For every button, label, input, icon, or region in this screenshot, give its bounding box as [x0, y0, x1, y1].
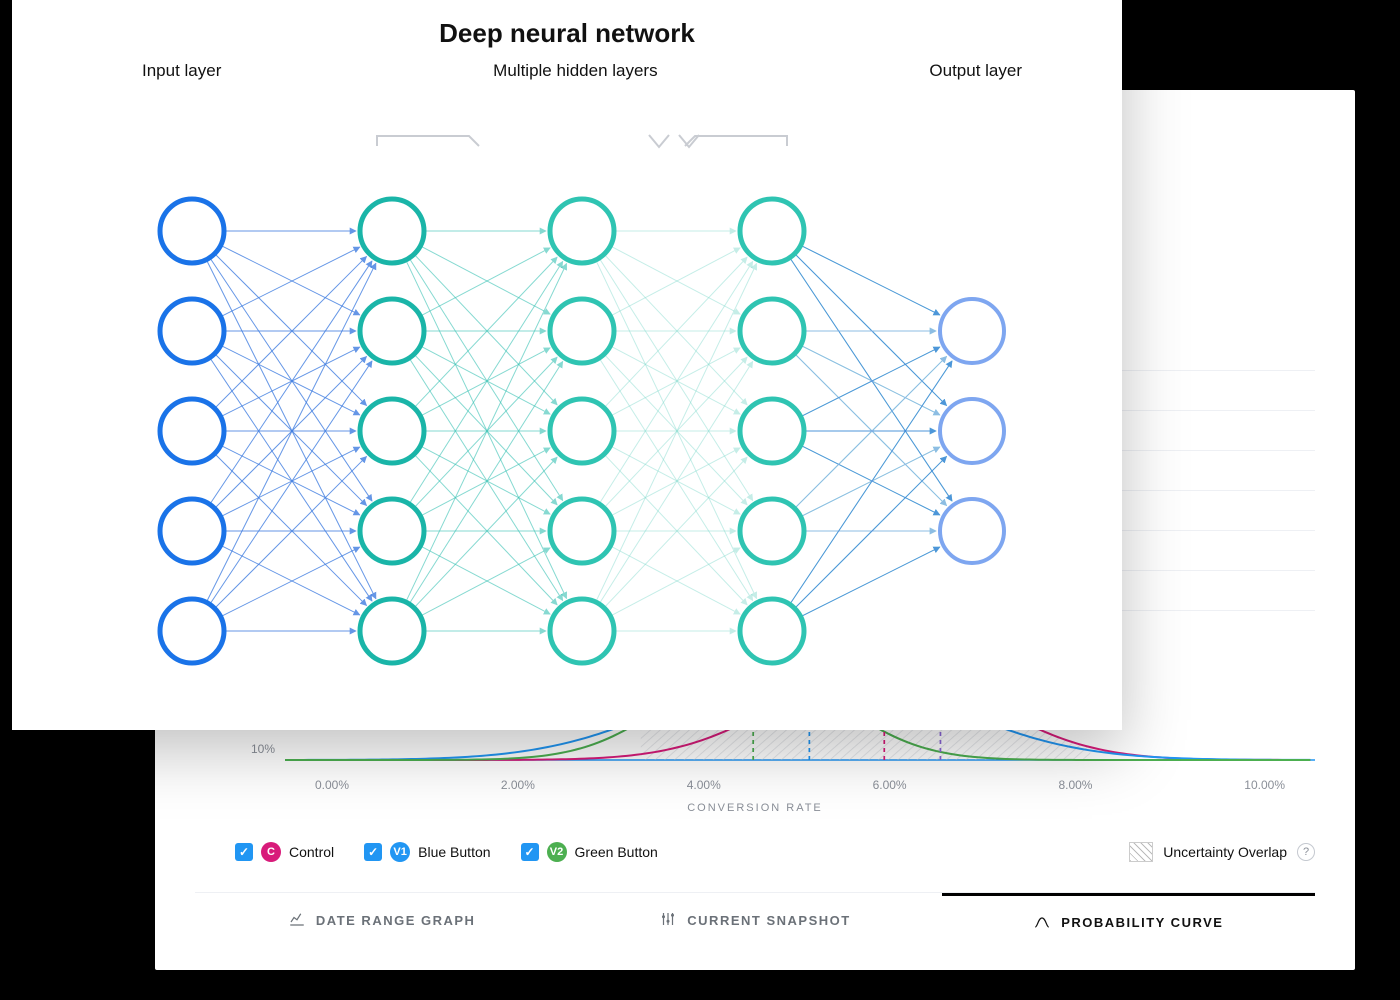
tab-probability-curve[interactable]: PROBABILITY CURVE — [942, 893, 1315, 948]
x-axis-title: CONVERSION RATE — [195, 802, 1315, 814]
x-tick: 4.00% — [687, 778, 721, 792]
legend-row: ✓ C Control ✓ V1 Blue Button ✓ V2 Green … — [195, 842, 1315, 862]
legend-label: Blue Button — [418, 844, 490, 860]
tab-date-range[interactable]: DATE RANGE GRAPH — [195, 893, 568, 948]
label-output-layer: Output layer — [929, 61, 1022, 81]
legend-label: Green Button — [575, 844, 658, 860]
checkbox-icon[interactable]: ✓ — [235, 843, 253, 861]
legend-item-v1[interactable]: ✓ V1 Blue Button — [364, 842, 490, 862]
diagram-sublabels: Input layer Multiple hidden layers Outpu… — [12, 49, 1122, 81]
x-tick: 2.00% — [501, 778, 535, 792]
tab-label: DATE RANGE GRAPH — [316, 913, 476, 928]
tab-current-snapshot[interactable]: CURRENT SNAPSHOT — [568, 893, 941, 948]
legend-label: Uncertainty Overlap — [1163, 844, 1287, 860]
checkbox-icon[interactable]: ✓ — [521, 843, 539, 861]
curve-icon — [1033, 912, 1051, 933]
tab-label: CURRENT SNAPSHOT — [687, 913, 850, 928]
sliders-icon — [659, 910, 677, 931]
legend-item-control[interactable]: ✓ C Control — [235, 842, 334, 862]
neural-network-card: Deep neural network Input layer Multiple… — [12, 0, 1122, 730]
tabs: DATE RANGE GRAPH CURRENT SNAPSHOT PROBAB… — [195, 892, 1315, 948]
legend-item-v2[interactable]: ✓ V2 Green Button — [521, 842, 658, 862]
tab-label: PROBABILITY CURVE — [1061, 915, 1223, 930]
y-axis-label: 10% — [195, 742, 285, 770]
x-axis-ticks: 0.00% 2.00% 4.00% 6.00% 8.00% 10.00% — [195, 778, 1315, 792]
neural-network-diagram — [52, 91, 1082, 711]
badge-v2: V2 — [547, 842, 567, 862]
badge-control: C — [261, 842, 281, 862]
x-tick: 0.00% — [315, 778, 349, 792]
help-icon[interactable]: ? — [1297, 843, 1315, 861]
x-tick: 10.00% — [1244, 778, 1285, 792]
label-input-layer: Input layer — [142, 61, 221, 81]
checkbox-icon[interactable]: ✓ — [364, 843, 382, 861]
legend-label: Control — [289, 844, 334, 860]
x-tick: 8.00% — [1058, 778, 1092, 792]
diagram-title: Deep neural network — [12, 0, 1122, 49]
label-hidden-layers: Multiple hidden layers — [221, 61, 929, 81]
hatch-overlap-icon — [1129, 842, 1153, 862]
x-tick: 6.00% — [873, 778, 907, 792]
line-chart-icon — [288, 910, 306, 931]
badge-v1: V1 — [390, 842, 410, 862]
legend-item-overlap[interactable]: Uncertainty Overlap ? — [1129, 842, 1315, 862]
